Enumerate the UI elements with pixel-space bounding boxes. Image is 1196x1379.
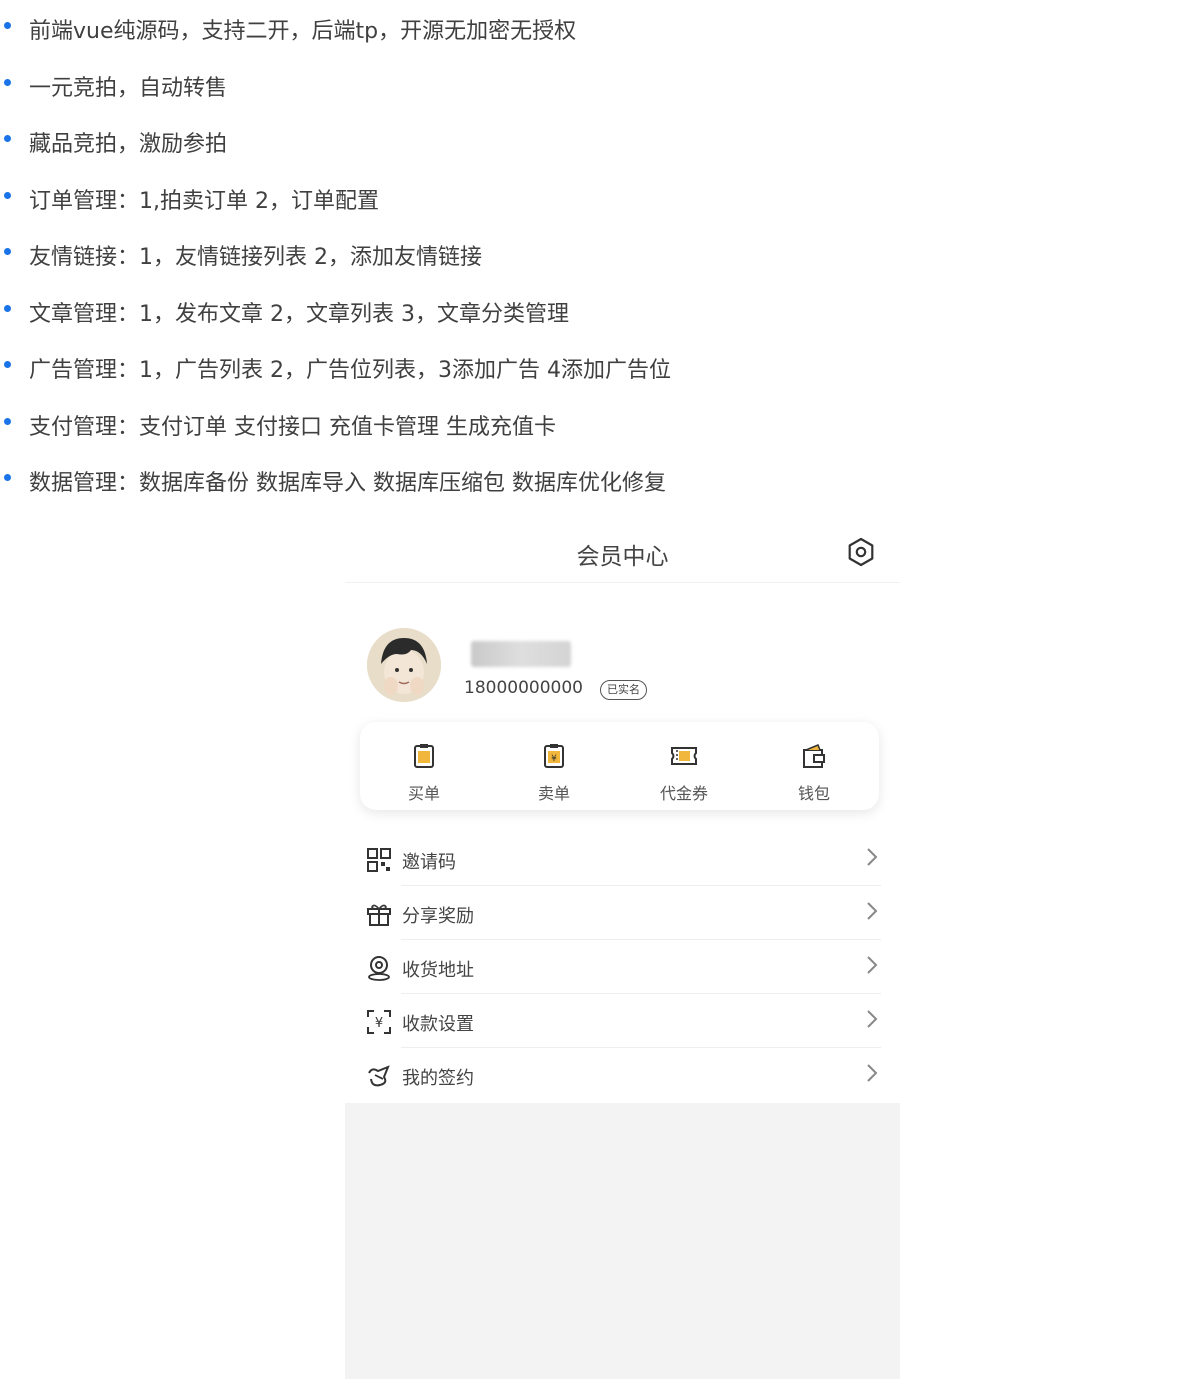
buy-order-button[interactable]: 买单: [374, 722, 474, 810]
chevron-right-icon: [867, 956, 878, 974]
list-item-text: 文章管理：1，发布文章 2，文章列表 3，文章分类管理: [29, 302, 569, 327]
chevron-right-icon: [867, 1064, 878, 1082]
list-item: 藏品竞拍，激励参拍: [0, 118, 900, 158]
sell-order-icon: ¥: [544, 744, 564, 768]
gift-icon: [367, 904, 391, 926]
menu-item-label: 邀请码: [402, 852, 456, 873]
list-item: 订单管理：1,拍卖订单 2，订单配置: [0, 175, 900, 215]
bullet-dot: [4, 79, 11, 86]
bullet-dot: [4, 135, 11, 142]
bullet-dot: [4, 22, 11, 29]
coupon-label: 代金券: [659, 784, 708, 803]
list-item: 文章管理：1，发布文章 2，文章列表 3，文章分类管理: [0, 288, 900, 328]
list-item-text: 一元竞拍，自动转售: [29, 76, 228, 101]
menu-item-label: 收货地址: [402, 960, 474, 981]
list-item-text: 友情链接：1，友情链接列表 2，添加友情链接: [29, 245, 482, 270]
avatar[interactable]: [367, 628, 441, 702]
chevron-right-icon: [867, 1010, 878, 1028]
menu-item-payment-settings[interactable]: ¥ 收款设置: [363, 994, 881, 1048]
verified-badge: 已实名: [600, 680, 647, 700]
location-icon: [368, 956, 390, 981]
chevron-right-icon: [867, 902, 878, 920]
menu-item-shipping-address[interactable]: 收货地址: [363, 940, 881, 994]
phone-screenshot: 会员中心 18000000000 已实名 买单 ¥ 卖单 代金券 钱包 邀请码 …: [345, 515, 900, 1379]
list-item: 一元竞拍，自动转售: [0, 62, 900, 102]
member-center-card: 会员中心 18000000000 已实名 买单 ¥ 卖单 代金券 钱包 邀请码 …: [345, 515, 900, 1103]
page-title: 会员中心: [576, 544, 669, 570]
bullet-dot: [4, 248, 11, 255]
list-item: 友情链接：1，友情链接列表 2，添加友情链接: [0, 231, 900, 271]
phone-number: 18000000000: [464, 678, 583, 698]
bullet-dot: [4, 361, 11, 368]
list-item-text: 广告管理：1，广告列表 2，广告位列表，3添加广告 4添加广告位: [29, 358, 671, 383]
buy-order-icon: [414, 744, 434, 768]
bullet-dot: [4, 474, 11, 481]
menu-item-my-contract[interactable]: 我的签约: [363, 1048, 881, 1102]
bullet-dot: [4, 305, 11, 312]
coupon-button[interactable]: 代金券: [634, 722, 734, 810]
list-item: 前端vue纯源码，支持二开，后端tp，开源无加密无授权: [0, 5, 900, 45]
qrcode-icon: [367, 848, 391, 872]
coupon-icon: [671, 747, 697, 765]
list-item-text: 支付管理：支付订单 支付接口 充值卡管理 生成充值卡: [29, 415, 556, 440]
payment-icon: ¥: [367, 1010, 391, 1034]
buy-order-label: 买单: [407, 784, 440, 803]
menu-item-label: 收款设置: [402, 1014, 474, 1035]
sell-order-label: 卖单: [537, 784, 570, 803]
wallet-label: 钱包: [797, 784, 830, 803]
menu-item-invite-code[interactable]: 邀请码: [363, 832, 881, 886]
quick-actions: 买单 ¥ 卖单 代金券 钱包: [360, 722, 879, 810]
list-item: 支付管理：支付订单 支付接口 充值卡管理 生成充值卡: [0, 401, 900, 441]
bullet-dot: [4, 192, 11, 199]
menu-item-label: 我的签约: [402, 1068, 474, 1089]
list-item-text: 订单管理：1,拍卖订单 2，订单配置: [29, 189, 379, 214]
svg-text:¥: ¥: [375, 1016, 383, 1031]
settings-icon[interactable]: [846, 537, 876, 567]
list-item: 数据管理：数据库备份 数据库导入 数据库压缩包 数据库优化修复: [0, 457, 900, 497]
sell-order-button[interactable]: ¥ 卖单: [504, 722, 604, 810]
list-item-text: 前端vue纯源码，支持二开，后端tp，开源无加密无授权: [29, 19, 577, 44]
menu-item-label: 分享奖励: [402, 906, 474, 927]
avatar-icon: [367, 628, 441, 702]
list-item-text: 藏品竞拍，激励参拍: [29, 132, 228, 157]
wallet-button[interactable]: 钱包: [764, 722, 864, 810]
bullet-dot: [4, 418, 11, 425]
header-divider: [345, 582, 900, 583]
list-item: 广告管理：1，广告列表 2，广告位列表，3添加广告 4添加广告位: [0, 344, 900, 384]
sign-icon: [368, 1065, 390, 1087]
username-blurred: [471, 641, 571, 667]
menu-item-share-reward[interactable]: 分享奖励: [363, 886, 881, 940]
wallet-icon: [803, 744, 825, 768]
chevron-right-icon: [867, 848, 878, 866]
list-item-text: 数据管理：数据库备份 数据库导入 数据库压缩包 数据库优化修复: [29, 471, 666, 496]
svg-text:¥: ¥: [551, 754, 557, 764]
